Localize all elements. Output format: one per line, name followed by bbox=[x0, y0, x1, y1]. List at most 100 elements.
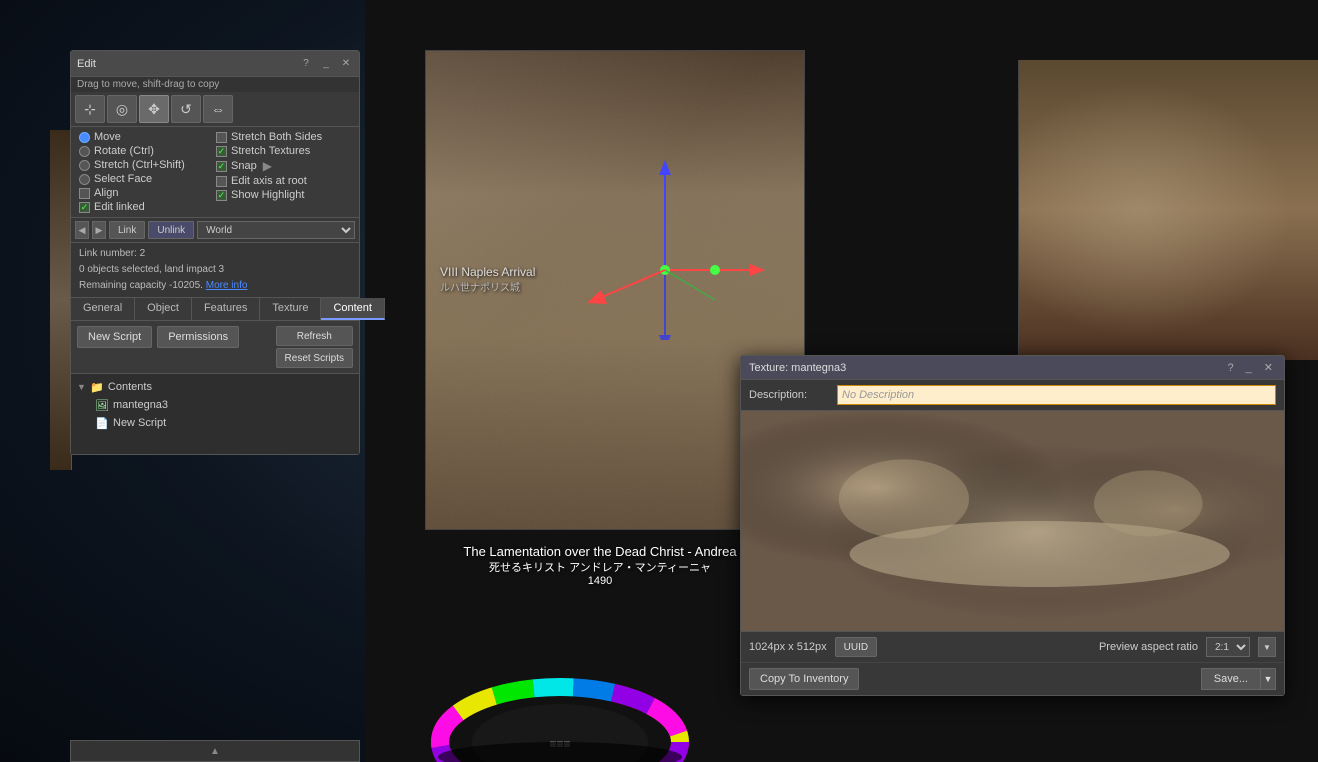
tree-root-item[interactable]: ▼ 📁 Contents bbox=[77, 378, 353, 396]
description-row: Description: bbox=[741, 380, 1284, 411]
color-wheel-svg: ≡≡≡ bbox=[420, 632, 700, 762]
option-stretch-textures-label: Stretch Textures bbox=[231, 145, 310, 157]
tree-expand-icon: ▼ bbox=[77, 382, 86, 392]
lamentation-subtitle: 死せるキリスト アンドレア・マンティーニャ bbox=[415, 559, 785, 575]
radio-stretch[interactable] bbox=[79, 160, 90, 171]
more-info-link[interactable]: More info bbox=[206, 280, 248, 291]
panel-window-controls: ? _ ✕ bbox=[299, 57, 353, 71]
option-snap[interactable]: ✓ Snap ▶ bbox=[216, 159, 351, 173]
uuid-btn[interactable]: UUID bbox=[835, 637, 877, 657]
texture-minimize-btn[interactable]: _ bbox=[1243, 361, 1255, 374]
check-align[interactable] bbox=[79, 188, 90, 199]
texture-size: 1024px x 512px bbox=[749, 641, 827, 653]
option-show-highlight[interactable]: ✓ Show Highlight bbox=[216, 189, 351, 201]
link-next-btn[interactable]: ▶ bbox=[92, 221, 106, 239]
artwork-title: VIII Naples Arrival bbox=[440, 265, 535, 279]
check-edit-linked[interactable]: ✓ bbox=[79, 202, 90, 213]
refresh-btn[interactable]: Refresh bbox=[276, 326, 353, 346]
toolbar: ⊹ ◎ ✥ ↺ ⇔ bbox=[71, 92, 359, 127]
tab-content[interactable]: Content bbox=[321, 298, 385, 320]
option-edit-linked-label: Edit linked bbox=[94, 201, 145, 213]
texture-preview-art bbox=[741, 411, 1284, 631]
texture-preview bbox=[741, 411, 1284, 631]
link-btn[interactable]: Link bbox=[109, 221, 145, 239]
link-prev-btn[interactable]: ◀ bbox=[75, 221, 89, 239]
texture-close-btn[interactable]: ✕ bbox=[1261, 361, 1276, 374]
color-wheel-container[interactable]: ≡≡≡ bbox=[420, 632, 690, 762]
texture-titlebar: Texture: mantegna3 ? _ ✕ bbox=[741, 356, 1284, 380]
option-edit-axis-label: Edit axis at root bbox=[231, 175, 307, 187]
radio-rotate[interactable] bbox=[79, 146, 90, 157]
tool-stretch-btn[interactable]: ⇔ bbox=[203, 95, 233, 123]
tab-object[interactable]: Object bbox=[135, 298, 192, 320]
texture-window: Texture: mantegna3 ? _ ✕ Description: bbox=[740, 355, 1285, 696]
content-buttons-row: New Script Permissions Refresh Reset Scr… bbox=[71, 321, 359, 374]
option-stretch-both[interactable]: Stretch Both Sides bbox=[216, 131, 351, 143]
tool-move-btn[interactable]: ✥ bbox=[139, 95, 169, 123]
tool-rotate-btn[interactable]: ↺ bbox=[171, 95, 201, 123]
tabs-row: General Object Features Texture Content bbox=[71, 298, 359, 321]
option-align[interactable]: Align bbox=[79, 187, 214, 199]
ratio-select[interactable]: 2:1 1:1 4:3 bbox=[1206, 637, 1250, 657]
radio-move[interactable] bbox=[79, 132, 90, 143]
tree-item-mantegna[interactable]: 🖼 mantegna3 bbox=[95, 396, 353, 414]
option-rotate[interactable]: Rotate (Ctrl) bbox=[79, 145, 214, 157]
check-show-highlight[interactable]: ✓ bbox=[216, 190, 227, 201]
tool-select-btn[interactable]: ⊹ bbox=[75, 95, 105, 123]
texture-window-controls: ? _ ✕ bbox=[1225, 361, 1276, 374]
tab-features[interactable]: Features bbox=[192, 298, 260, 320]
option-move[interactable]: Move bbox=[79, 131, 214, 143]
check-stretch-both[interactable] bbox=[216, 132, 227, 143]
option-select-face-label: Select Face bbox=[94, 173, 152, 185]
collapse-arrow-icon: ▲ bbox=[210, 746, 220, 757]
world-select[interactable]: World Local Reference bbox=[197, 221, 355, 239]
description-input[interactable] bbox=[837, 385, 1276, 405]
panel-help-btn[interactable]: ? bbox=[299, 57, 313, 71]
new-script-btn[interactable]: New Script bbox=[77, 326, 152, 348]
panel-titlebar: Edit ? _ ✕ bbox=[71, 51, 359, 77]
option-stretch-label: Stretch (Ctrl+Shift) bbox=[94, 159, 185, 171]
link-number: Link number: 2 bbox=[79, 246, 351, 262]
copy-to-inventory-btn[interactable]: Copy To Inventory bbox=[749, 668, 859, 690]
check-stretch-textures[interactable]: ✓ bbox=[216, 146, 227, 157]
option-edit-axis[interactable]: Edit axis at root bbox=[216, 175, 351, 187]
reset-scripts-btn[interactable]: Reset Scripts bbox=[276, 348, 353, 368]
texture-icon: 🖼 bbox=[95, 398, 109, 412]
objects-selected: 0 objects selected, land impact 3 bbox=[79, 262, 351, 278]
panel-close-btn[interactable]: ✕ bbox=[339, 57, 353, 71]
panel-collapse-bar[interactable]: ▲ bbox=[70, 740, 360, 762]
texture-help-btn[interactable]: ? bbox=[1225, 361, 1237, 374]
preview-ratio-label: Preview aspect ratio bbox=[1099, 641, 1198, 653]
description-label: Description: bbox=[749, 389, 829, 401]
save-dropdown-btn[interactable]: ▼ bbox=[1260, 668, 1276, 690]
option-rotate-label: Rotate (Ctrl) bbox=[94, 145, 154, 157]
right-preview bbox=[1018, 60, 1318, 360]
snap-arrow-icon[interactable]: ▶ bbox=[263, 159, 272, 173]
radio-select-face[interactable] bbox=[79, 174, 90, 185]
tab-texture[interactable]: Texture bbox=[260, 298, 321, 320]
option-select-face[interactable]: Select Face bbox=[79, 173, 214, 185]
option-stretch[interactable]: Stretch (Ctrl+Shift) bbox=[79, 159, 214, 171]
artwork-title-overlay: VIII Naples Arrival ルハ世ナポリス城 bbox=[440, 265, 535, 294]
tree-root-label: Contents bbox=[108, 381, 152, 393]
option-stretch-both-label: Stretch Both Sides bbox=[231, 131, 322, 143]
check-edit-axis[interactable] bbox=[216, 176, 227, 187]
option-edit-linked[interactable]: ✓ Edit linked bbox=[79, 201, 214, 213]
options-area: Move Rotate (Ctrl) Stretch (Ctrl+Shift) … bbox=[71, 127, 359, 218]
lamentation-text: The Lamentation over the Dead Christ - A… bbox=[415, 544, 785, 587]
option-show-highlight-label: Show Highlight bbox=[231, 189, 304, 201]
option-move-label: Move bbox=[94, 131, 121, 143]
tree-item-new-script[interactable]: 📄 New Script bbox=[95, 414, 353, 432]
drag-hint: Drag to move, shift-drag to copy bbox=[71, 77, 359, 92]
option-snap-label: Snap bbox=[231, 160, 257, 172]
content-tree: ▼ 📁 Contents 🖼 mantegna3 📄 New Script bbox=[71, 374, 359, 454]
permissions-btn[interactable]: Permissions bbox=[157, 326, 239, 348]
unlink-btn[interactable]: Unlink bbox=[148, 221, 194, 239]
option-stretch-textures[interactable]: ✓ Stretch Textures bbox=[216, 145, 351, 157]
tool-focus-btn[interactable]: ◎ bbox=[107, 95, 137, 123]
ratio-dropdown-btn[interactable]: ▼ bbox=[1258, 637, 1276, 657]
tab-general[interactable]: General bbox=[71, 298, 135, 320]
save-btn[interactable]: Save... bbox=[1201, 668, 1260, 690]
check-snap[interactable]: ✓ bbox=[216, 161, 227, 172]
panel-minimize-btn[interactable]: _ bbox=[319, 57, 333, 71]
